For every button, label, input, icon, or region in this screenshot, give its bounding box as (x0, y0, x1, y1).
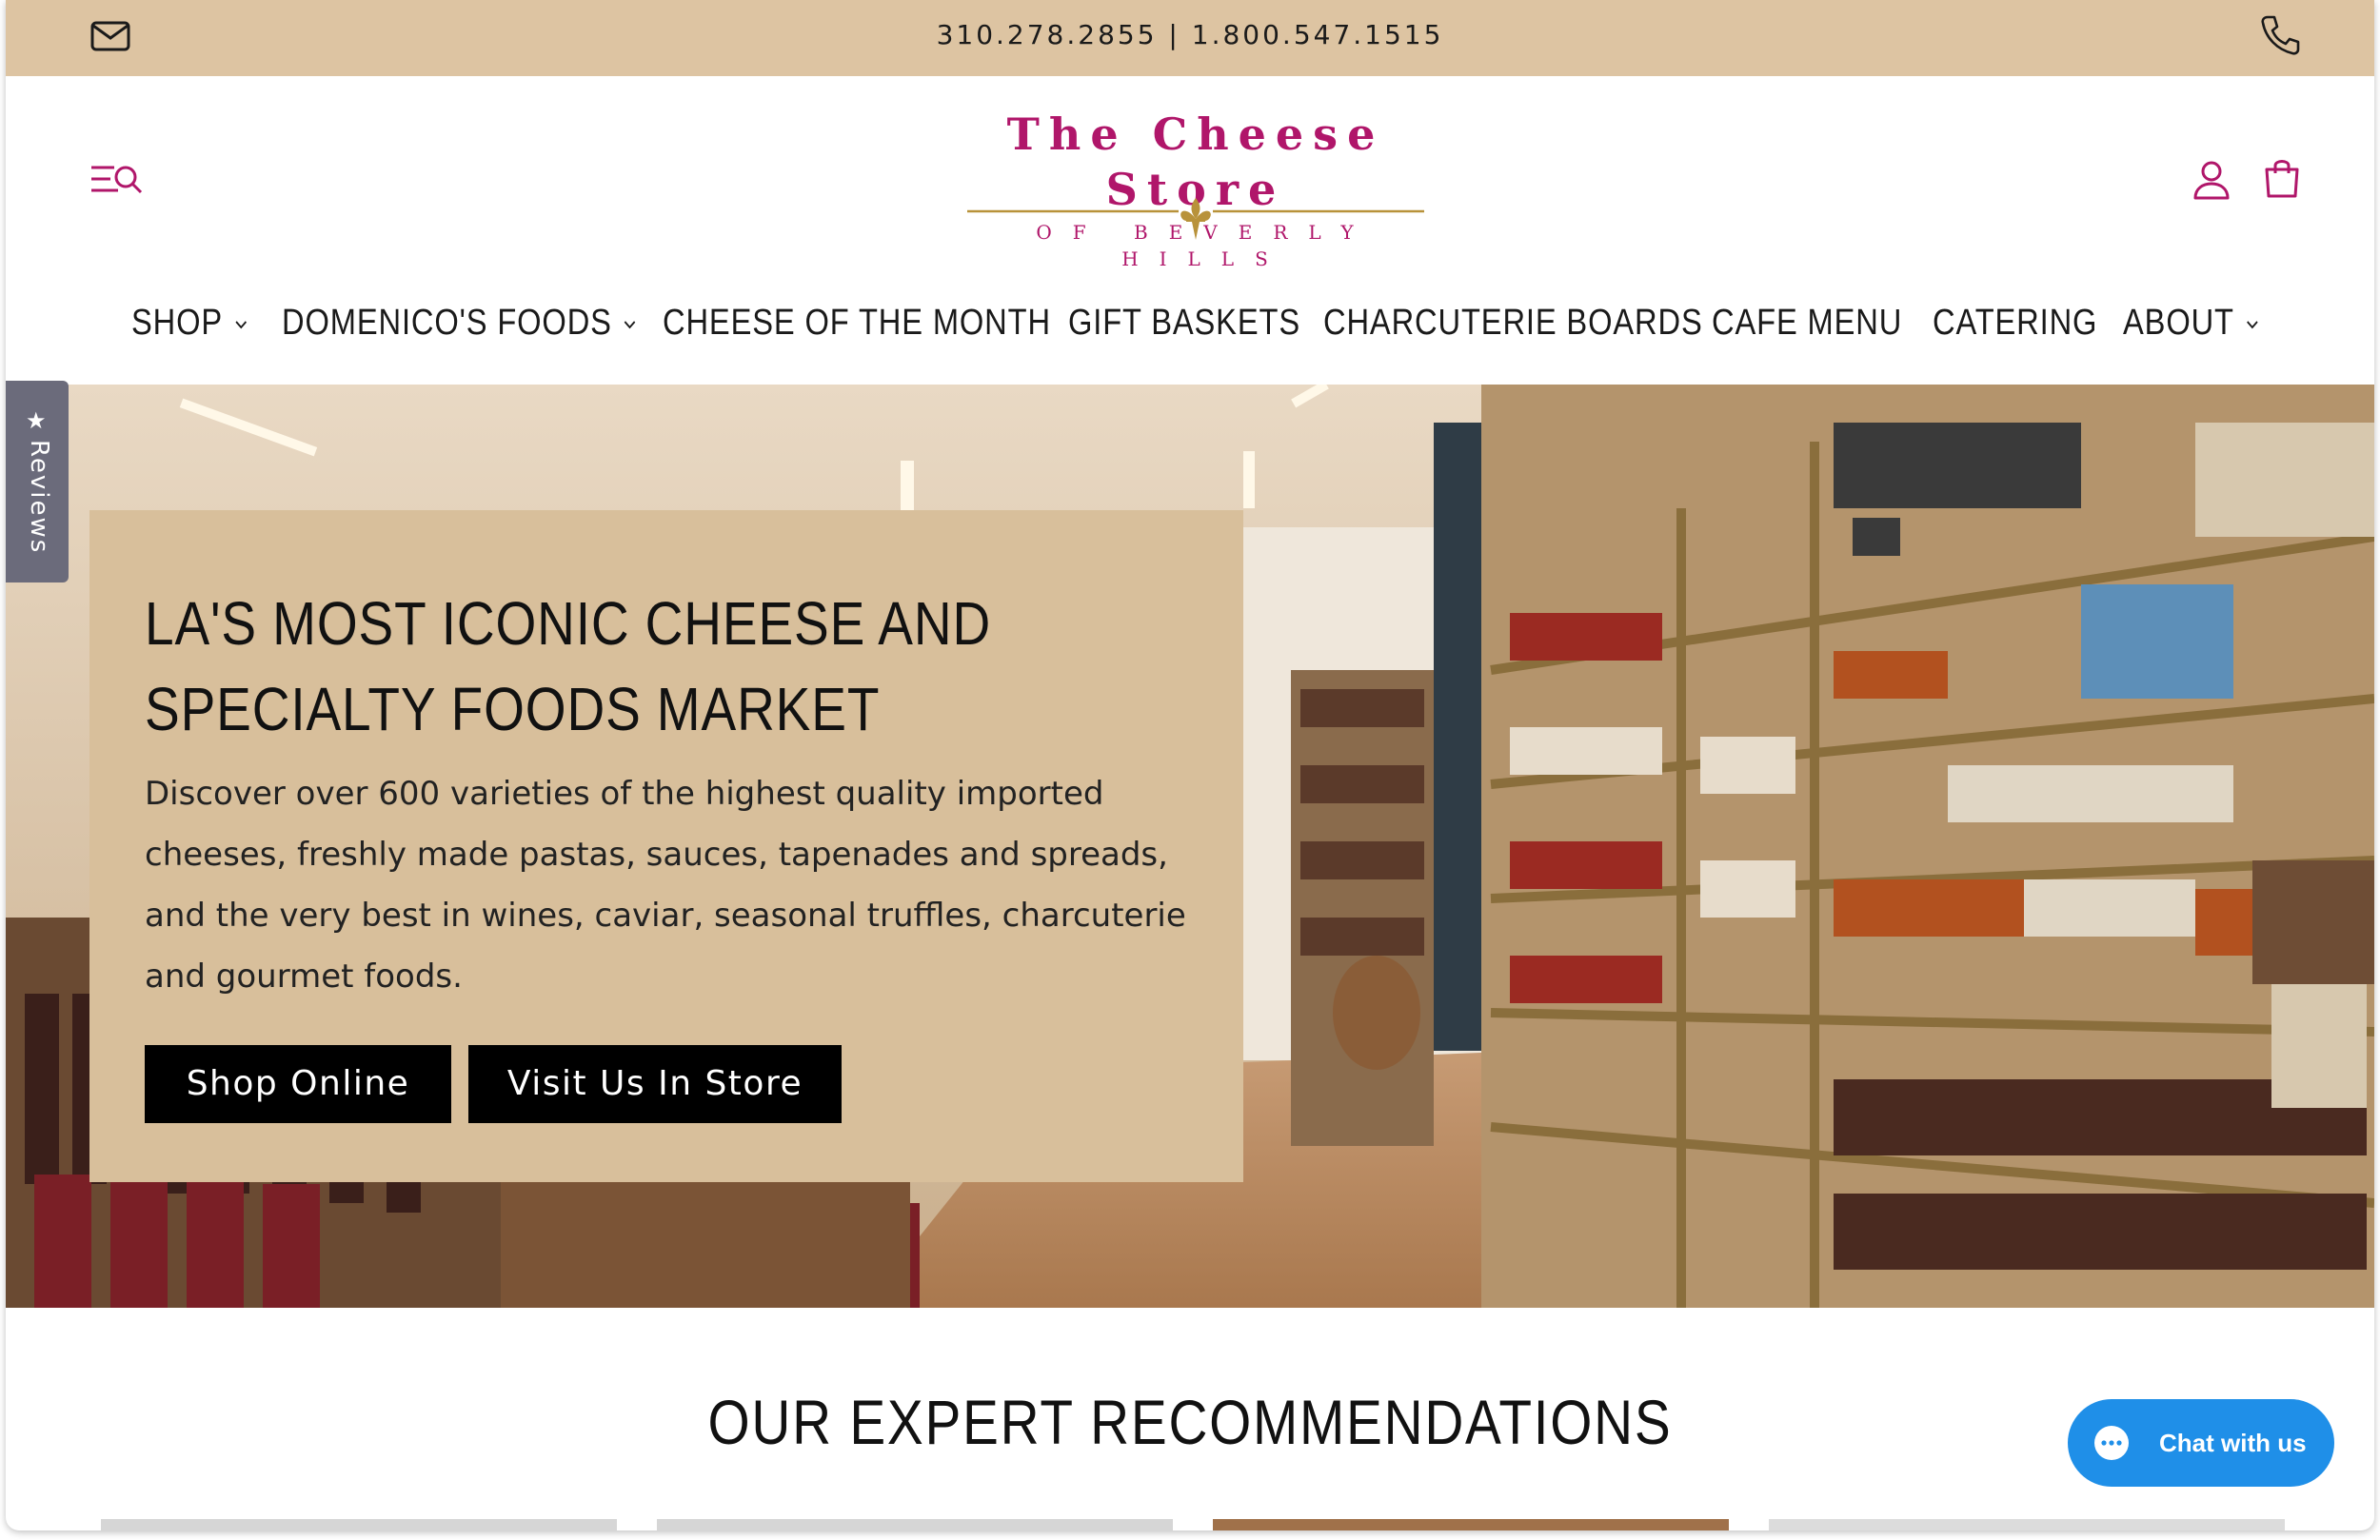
nav-item-about[interactable]: ABOUT (2123, 293, 2259, 352)
site-header: The Cheese Store OF BEVERLY HILLS SHOP D… (6, 76, 2374, 383)
nav-item-charcuterie-boards[interactable]: CHARCUTERIE BOARDS (1323, 293, 1703, 352)
product-card[interactable] (1769, 1519, 2285, 1530)
nav-item-label: CAFE MENU (1712, 303, 1903, 343)
product-card[interactable] (101, 1519, 617, 1530)
nav-item-label: CHEESE OF THE MONTH (663, 303, 1051, 343)
menu-search-icon[interactable] (89, 158, 145, 200)
product-card[interactable] (657, 1519, 1173, 1530)
hero-title: LA'S MOST ICONIC CHEESE AND SPECIALTY FO… (145, 581, 1045, 752)
nav-item-gift-baskets[interactable]: GIFT BASKETS (1068, 293, 1300, 352)
star-icon: ★ (26, 407, 47, 434)
shop-online-button[interactable]: Shop Online (145, 1045, 451, 1123)
reviews-side-tab[interactable]: ★ Reviews (6, 381, 69, 582)
chat-button-label: Chat with us (2159, 1429, 2307, 1457)
nav-item-cheese-of-the-month[interactable]: CHEESE OF THE MONTH (663, 293, 1051, 352)
hero-card: LA'S MOST ICONIC CHEESE AND SPECIALTY FO… (89, 510, 1243, 1182)
announcement-bar: 310.278.2855 | 1.800.547.1515 (6, 0, 2374, 76)
nav-item-domenicos-foods[interactable]: DOMENICO'S FOODS (282, 293, 637, 352)
nav-item-label: CHARCUTERIE BOARDS (1323, 303, 1703, 343)
product-card[interactable] (1213, 1519, 1729, 1530)
nav-item-label: DOMENICO'S FOODS (282, 303, 612, 343)
chevron-down-icon (624, 321, 636, 329)
nav-item-label: CATERING (1933, 303, 2098, 343)
browser-page: 310.278.2855 | 1.800.547.1515 The Cheese… (6, 0, 2374, 1530)
phone-numbers[interactable]: 310.278.2855 | 1.800.547.1515 (6, 19, 2374, 50)
hero-title-line: LA'S MOST ICONIC CHEESE AND (145, 589, 992, 658)
cart-icon[interactable] (2262, 156, 2302, 200)
chevron-down-icon (235, 321, 247, 329)
nav-item-label: ABOUT (2123, 303, 2234, 343)
account-icon[interactable] (2192, 158, 2231, 202)
main-navigation: SHOP DOMENICO'S FOODS CHEESE OF THE MONT… (6, 293, 2374, 352)
reviews-tab-label: Reviews (25, 440, 53, 555)
fleur-de-lis-icon (967, 198, 1424, 240)
phone-icon[interactable] (2258, 13, 2302, 57)
hero-description: Discover over 600 varieties of the highe… (145, 775, 1186, 996)
visit-us-in-store-button[interactable]: Visit Us In Store (468, 1045, 842, 1123)
chevron-down-icon (2247, 321, 2258, 329)
nav-item-shop[interactable]: SHOP (131, 293, 248, 352)
recommendations-heading: OUR EXPERT RECOMMENDATIONS (707, 1387, 1673, 1457)
nav-item-cafe-menu[interactable]: CAFE MENU (1712, 293, 1902, 352)
chat-button[interactable]: Chat with us (2068, 1399, 2334, 1487)
chat-bubble-icon (2094, 1426, 2129, 1460)
hero-title-line: SPECIALTY FOODS MARKET (145, 675, 881, 743)
nav-item-label: GIFT BASKETS (1068, 303, 1300, 343)
nav-item-catering[interactable]: CATERING (1933, 293, 2097, 352)
hero-banner: LA'S MOST ICONIC CHEESE AND SPECIALTY FO… (6, 385, 2374, 1308)
store-logo[interactable]: The Cheese Store OF BEVERLY HILLS (958, 107, 1434, 270)
nav-item-label: SHOP (131, 303, 224, 343)
